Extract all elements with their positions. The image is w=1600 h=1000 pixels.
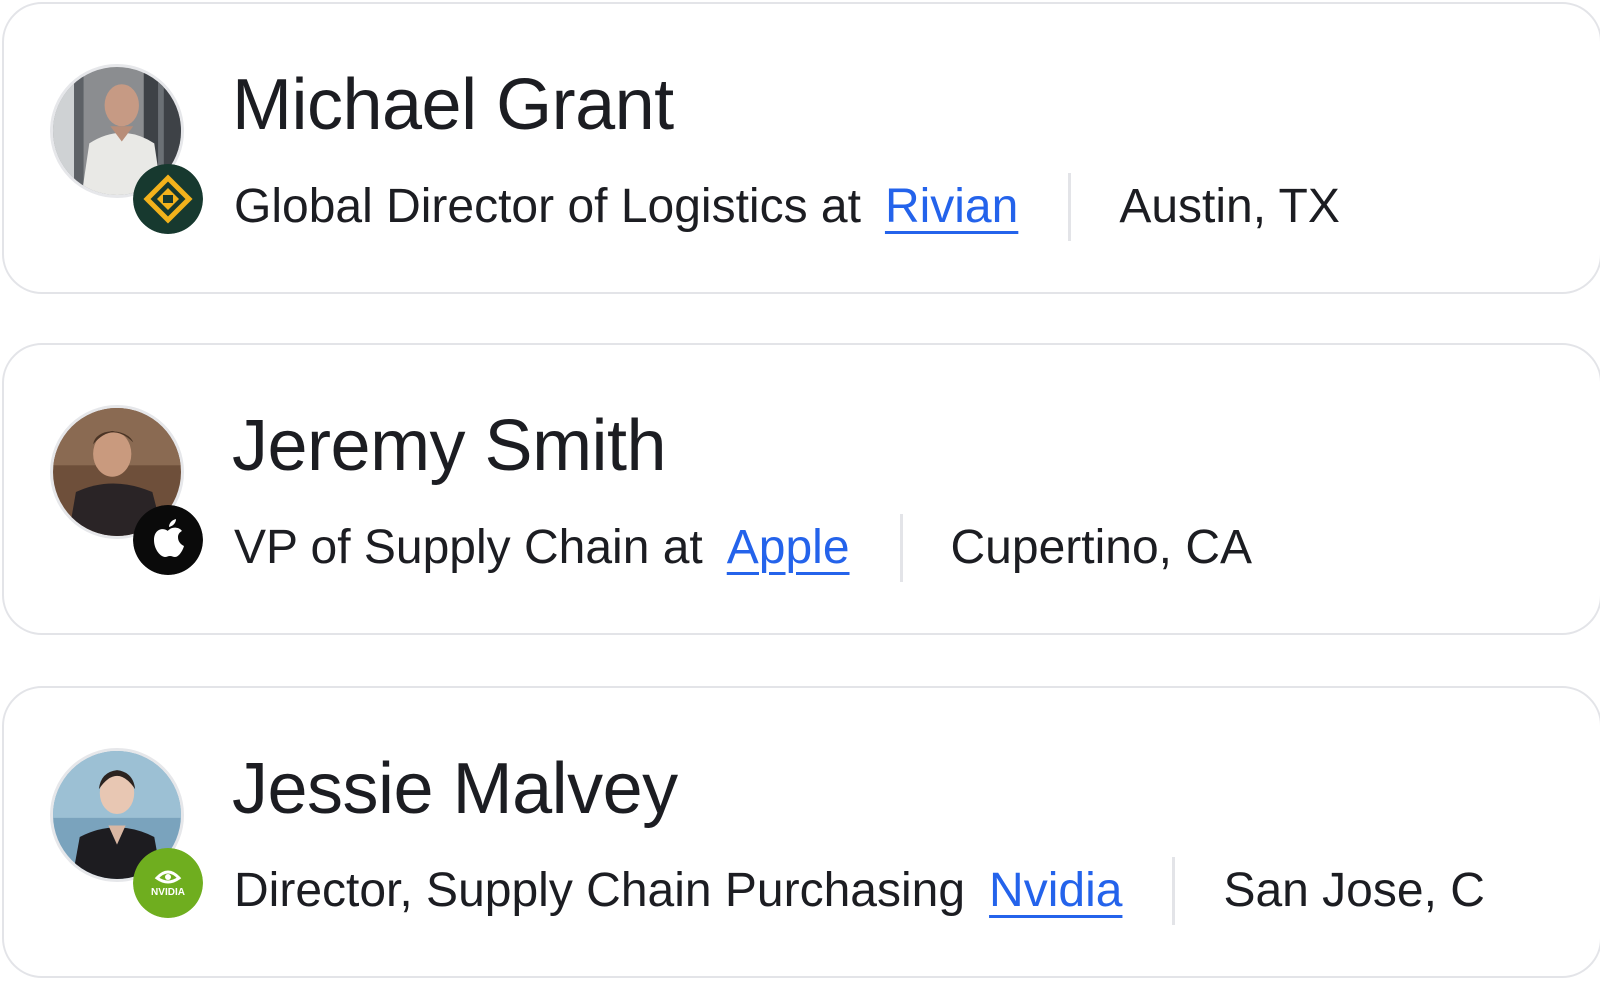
company-link[interactable]: Rivian <box>885 177 1018 237</box>
avatar-group: NVIDIA <box>50 748 203 918</box>
person-name: Jessie Malvey <box>232 749 678 829</box>
nvidia-logo-icon: NVIDIA <box>133 848 203 918</box>
company-link[interactable]: Apple <box>727 518 850 578</box>
person-role: VP of Supply Chain at <box>234 521 703 574</box>
rivian-logo-icon <box>133 164 203 234</box>
svg-text:NVIDIA: NVIDIA <box>151 887 185 898</box>
person-location: Cupertino, CA <box>950 521 1252 574</box>
person-role: Global Director of Logistics at <box>234 180 861 233</box>
person-meta: VP of Supply Chain at Apple Cupertino, C… <box>234 513 1252 583</box>
person-name: Jeremy Smith <box>232 406 667 486</box>
person-card[interactable]: Michael Grant Global Director of Logisti… <box>2 2 1600 294</box>
company-link[interactable]: Nvidia <box>989 861 1122 921</box>
person-role: Director, Supply Chain Purchasing <box>234 864 966 917</box>
people-list: Michael Grant Global Director of Logisti… <box>0 0 1600 1000</box>
person-meta: Director, Supply Chain Purchasing Nvidia… <box>234 856 1485 926</box>
divider <box>1068 173 1072 241</box>
avatar-group <box>50 64 203 234</box>
divider <box>1172 857 1176 925</box>
person-location: San Jose, C <box>1223 864 1485 917</box>
avatar-group <box>50 405 203 575</box>
apple-logo-icon <box>133 505 203 575</box>
person-card[interactable]: NVIDIA Jessie Malvey Director, Supply Ch… <box>2 686 1600 978</box>
person-name: Michael Grant <box>232 65 674 145</box>
divider <box>899 514 903 582</box>
person-card[interactable]: Jeremy Smith VP of Supply Chain at Apple… <box>2 343 1600 635</box>
person-meta: Global Director of Logistics at Rivian A… <box>234 172 1340 242</box>
person-location: Austin, TX <box>1119 180 1340 233</box>
